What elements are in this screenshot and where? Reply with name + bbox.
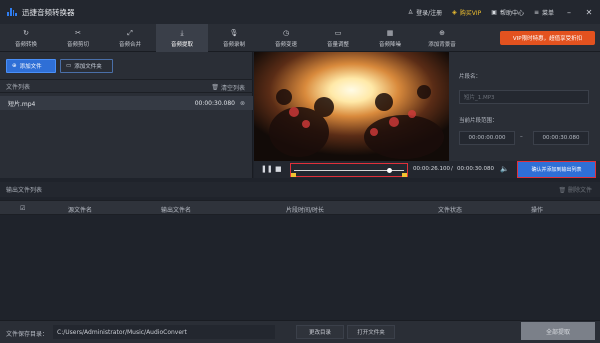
login-label: 登录/注册 <box>416 9 443 17</box>
extract-all-button[interactable]: 全部提取 <box>521 322 595 340</box>
tab-label: 音频变速 <box>274 41 297 48</box>
add-file-label: 添加文件 <box>19 64 42 70</box>
timeline-slider[interactable] <box>290 163 408 177</box>
folder-icon: ▭ <box>66 63 72 69</box>
speed-clock-icon: ◷ <box>282 28 290 37</box>
range-separator: – <box>520 134 523 140</box>
file-duration: 00:00:30.080 <box>194 99 235 107</box>
login-button[interactable]: ♙ 登录/注册 <box>408 8 442 17</box>
start-marker-handle[interactable] <box>291 173 296 177</box>
footer-bar: 文件保存目录： C:/Users/Administrator/Music/Aud… <box>0 320 600 343</box>
end-time-input[interactable]: 00:00:30.080 <box>533 131 589 145</box>
tab-add-background-music[interactable]: ⊕ 添加背景音 <box>416 24 468 52</box>
clip-range-label: 当前片段范围： <box>459 118 498 124</box>
extract-icon: ⤓ <box>180 28 184 37</box>
tab-label: 音频录制 <box>222 41 245 48</box>
output-list-body <box>0 215 600 320</box>
volume-icon[interactable]: 🔈 <box>500 165 509 173</box>
tab-noise-reduction[interactable]: ▦ 音频降噪 <box>364 24 416 52</box>
minimize-icon[interactable]: – <box>564 8 574 17</box>
col-actions: 操作 <box>531 207 544 214</box>
save-dir-label: 文件保存目录： <box>6 331 49 338</box>
add-music-icon: ⊕ <box>439 28 445 37</box>
add-file-button[interactable]: ⊕ 添加文件 <box>6 59 56 73</box>
tab-label: 音频提取 <box>170 41 193 48</box>
select-all-checkbox[interactable]: ☑ <box>20 205 25 212</box>
tab-audio-convert[interactable]: ↻ 音频转换 <box>0 24 52 52</box>
tab-label: 音频降噪 <box>378 41 401 48</box>
stop-icon[interactable]: ■ <box>275 165 282 173</box>
tab-audio-merge[interactable]: ⤢ 音频合并 <box>104 24 156 52</box>
output-list-title: 输出文件列表 <box>6 187 43 194</box>
total-time: 00:00:30.080 <box>457 166 494 172</box>
change-dir-button[interactable]: 更改目录 <box>296 325 344 339</box>
tab-audio-extract[interactable]: ⤓ 音频提取 <box>156 24 208 52</box>
menu-button[interactable]: ≡ 菜单 <box>534 8 554 17</box>
title-bar: 迅捷音频转换器 ♙ 登录/注册 ◈ 购买VIP ▣ 帮助中心 ≡ 菜单 – ✕ <box>0 0 600 24</box>
file-list-item[interactable]: 短片.mp4 00:00:30.080 ⊗ <box>0 96 253 110</box>
end-marker-handle[interactable] <box>402 173 407 177</box>
clear-list-button[interactable]: 🗑 清空列表 <box>211 83 245 92</box>
col-clip-time: 片段时间/时长 <box>286 207 325 214</box>
confirm-add-to-output-button[interactable]: 确认并添加到输出列表 <box>517 161 596 178</box>
user-icon: ♙ <box>407 8 414 16</box>
plus-circle-icon: ⊕ <box>12 63 17 69</box>
microphone-icon: 🎙 <box>229 28 239 37</box>
close-icon[interactable]: ✕ <box>584 8 594 17</box>
video-frame-image <box>254 52 449 161</box>
app-logo-icon <box>7 8 17 16</box>
col-file-status: 文件状态 <box>438 207 463 214</box>
tab-label: 音量调整 <box>326 41 349 48</box>
col-output-name: 输出文件名 <box>161 207 192 214</box>
clip-name-input[interactable]: 短片_1.MP3 <box>459 90 589 104</box>
delete-files-label: 删除文件 <box>567 187 592 194</box>
playhead-knob[interactable] <box>387 168 392 173</box>
vip-promo-banner[interactable]: VIP限时特惠，超值享受折扣 <box>500 31 595 45</box>
trash-icon: 🗑 <box>211 84 219 91</box>
open-folder-button[interactable]: 打开文件夹 <box>347 325 395 339</box>
start-time-input[interactable]: 00:00:00.000 <box>459 131 515 145</box>
tab-label: 音频剪切 <box>66 41 89 48</box>
save-path-field[interactable]: C:/Users/Administrator/Music/AudioConver… <box>53 325 275 339</box>
file-name: 短片.mp4 <box>8 100 36 108</box>
clip-settings-panel: 片段名： 短片_1.MP3 当前片段范围： 00:00:00.000 – 00:… <box>449 52 600 161</box>
volume-icon: ▭ <box>334 28 342 37</box>
menu-label: 菜单 <box>541 9 554 17</box>
menu-icon: ≡ <box>533 8 539 16</box>
delete-files-button[interactable]: 🗑 删除文件 <box>558 185 592 194</box>
merge-icon: ⤢ <box>127 28 133 37</box>
help-label: 帮助中心 <box>499 9 524 17</box>
file-list-header: 文件列表 🗑 清空列表 <box>0 79 253 93</box>
help-center-button[interactable]: ▣ 帮助中心 <box>491 8 524 17</box>
clear-list-label: 清空列表 <box>220 85 245 92</box>
app-title: 迅捷音频转换器 <box>22 7 75 17</box>
tab-label: 添加背景音 <box>428 41 456 48</box>
file-list-title: 文件列表 <box>6 83 31 91</box>
file-list-panel: ⊕ 添加文件 ▭ 添加文件夹 文件列表 🗑 清空列表 短片.mp4 00:00:… <box>0 52 253 178</box>
tab-audio-cut[interactable]: ✂ 音频剪切 <box>52 24 104 52</box>
noise-reduction-icon: ▦ <box>386 28 394 37</box>
current-time: 00:00:26.100 <box>413 166 450 172</box>
output-table-header: ☑ 源文件名 输出文件名 片段时间/时长 文件状态 操作 <box>0 200 600 215</box>
buy-vip-label: 购买VIP <box>459 9 482 17</box>
tab-volume-adjust[interactable]: ▭ 音量调整 <box>312 24 364 52</box>
tab-audio-record[interactable]: 🎙 音频录制 <box>208 24 260 52</box>
add-folder-label: 添加文件夹 <box>74 64 102 70</box>
pause-icon[interactable]: ❚❚ <box>261 165 273 173</box>
refresh-icon: ↻ <box>23 28 29 37</box>
add-folder-button[interactable]: ▭ 添加文件夹 <box>60 59 113 73</box>
tab-audio-speed[interactable]: ◷ 音频变速 <box>260 24 312 52</box>
output-list-header: 输出文件列表 🗑 删除文件 <box>0 182 600 197</box>
scissors-icon: ✂ <box>75 28 81 37</box>
tab-label: 音频转换 <box>14 41 37 48</box>
col-source-name: 源文件名 <box>68 207 93 214</box>
video-preview <box>254 52 449 161</box>
remove-file-icon[interactable]: ⊗ <box>240 100 245 107</box>
clip-name-label: 片段名： <box>459 74 482 80</box>
vip-diamond-icon: ◈ <box>452 8 457 16</box>
help-icon: ▣ <box>491 8 497 16</box>
buy-vip-button[interactable]: ◈ 购买VIP <box>452 8 481 17</box>
tab-label: 音频合并 <box>118 41 141 48</box>
time-separator: / <box>451 166 453 172</box>
